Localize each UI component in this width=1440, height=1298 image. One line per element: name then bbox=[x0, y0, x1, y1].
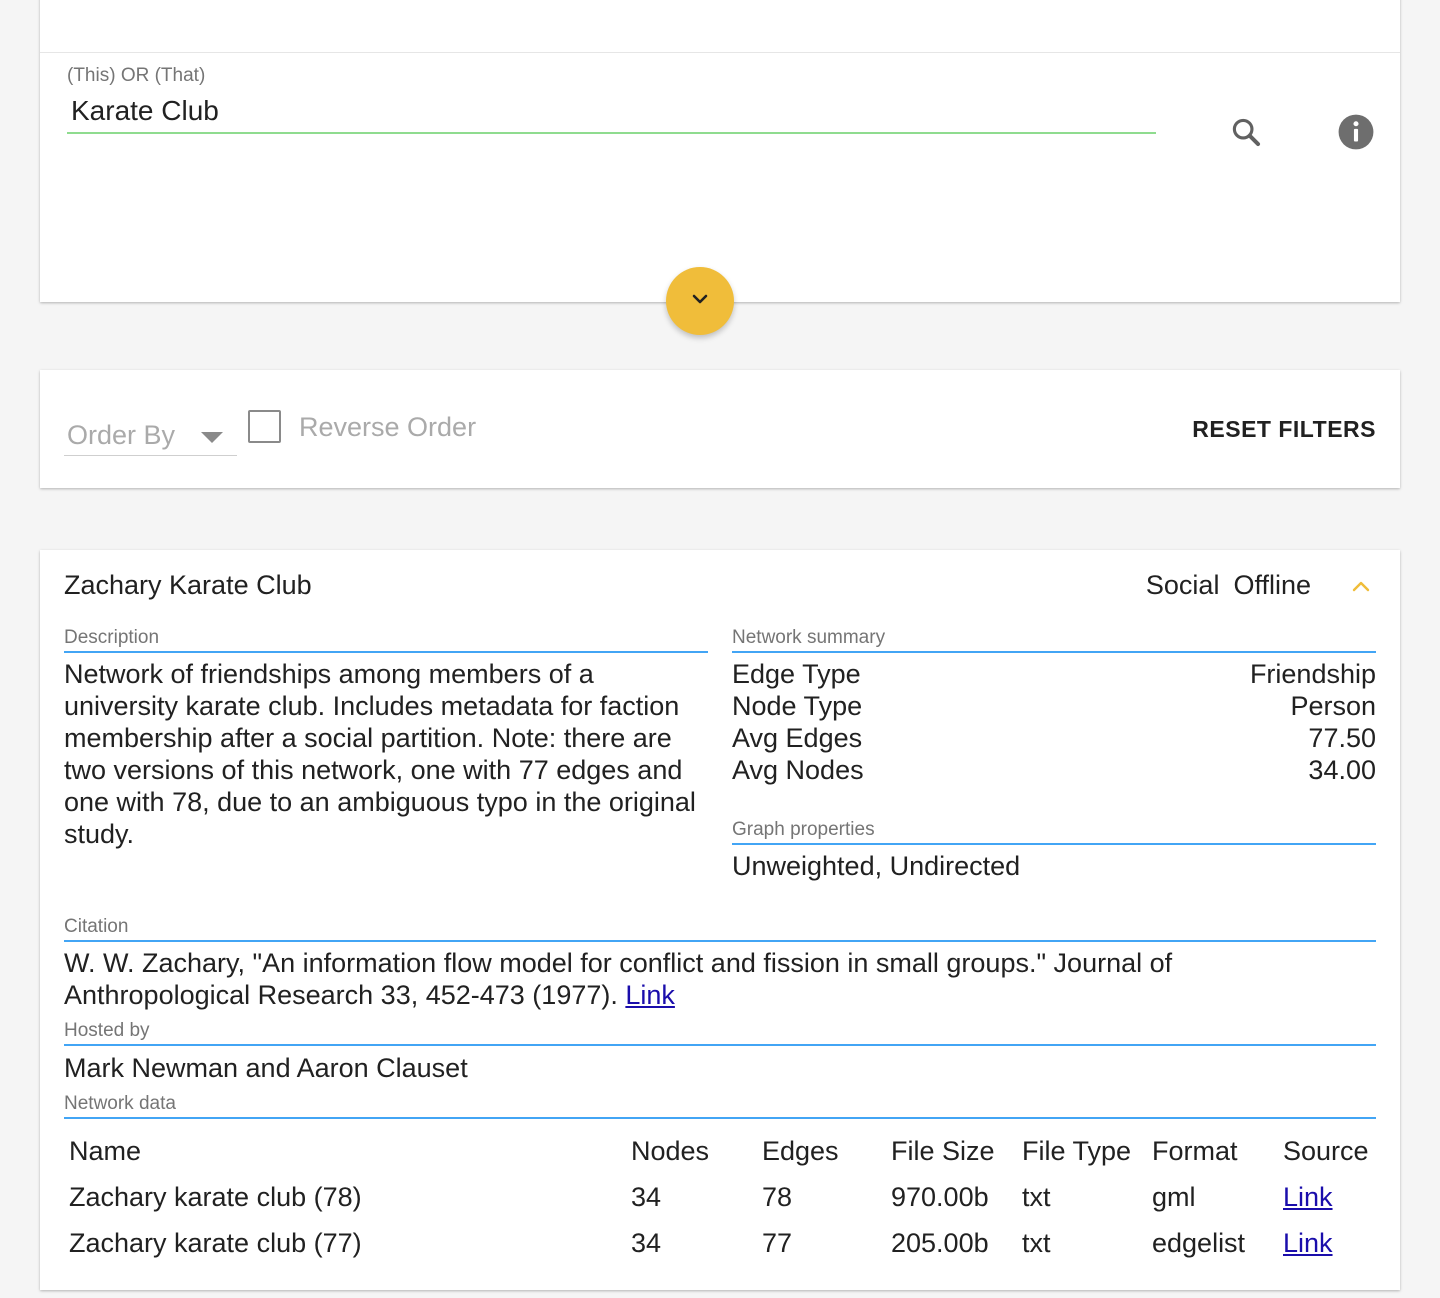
tag-social: Social bbox=[1145, 570, 1220, 600]
summary-key: Avg Edges bbox=[732, 723, 863, 753]
reverse-order-checkbox[interactable] bbox=[248, 410, 281, 443]
column-header-edges: Edges bbox=[762, 1136, 839, 1166]
order-by-placeholder: Order By bbox=[67, 420, 176, 450]
collapse-button[interactable] bbox=[1346, 574, 1376, 604]
cell-nodes: 34 bbox=[631, 1182, 662, 1212]
cell-edges: 77 bbox=[762, 1228, 793, 1258]
reverse-order-label[interactable]: Reverse Order bbox=[299, 412, 476, 443]
column-header-file-type: File Type bbox=[1022, 1136, 1132, 1166]
tag-offline: Offline bbox=[1233, 570, 1311, 600]
network-summary-label: Network summary bbox=[732, 627, 1376, 653]
citation-link[interactable]: Link bbox=[625, 980, 675, 1010]
divider bbox=[40, 52, 1400, 53]
column-header-source: Source bbox=[1283, 1136, 1369, 1166]
summary-row-avg-edges: Avg Edges 77.50 bbox=[732, 722, 1376, 754]
summary-row-node-type: Node Type Person bbox=[732, 690, 1376, 722]
summary-value: Friendship bbox=[1249, 659, 1376, 689]
info-icon bbox=[1337, 113, 1375, 156]
order-by-select[interactable]: Order By bbox=[64, 414, 237, 456]
cell-name: Zachary karate club (78) bbox=[69, 1182, 362, 1212]
search-icon bbox=[1229, 115, 1263, 154]
search-field-label: (This) OR (That) bbox=[67, 65, 206, 86]
cell-format: gml bbox=[1152, 1182, 1196, 1212]
summary-row-avg-nodes: Avg Nodes 34.00 bbox=[732, 754, 1376, 786]
citation-label-text: Citation bbox=[64, 916, 129, 937]
citation-body: W. W. Zachary, "An information flow mode… bbox=[64, 948, 1173, 1010]
cell-file-type: txt bbox=[1022, 1182, 1051, 1212]
network-summary: Edge Type Friendship Node Type Person Av… bbox=[732, 658, 1376, 786]
dropdown-arrow-icon bbox=[201, 432, 223, 443]
summary-value: 77.50 bbox=[1308, 723, 1376, 753]
expand-search-button[interactable] bbox=[666, 267, 734, 335]
summary-row-edge-type: Edge Type Friendship bbox=[732, 658, 1376, 690]
cell-file-type: txt bbox=[1022, 1228, 1051, 1258]
description-label: Description bbox=[64, 627, 708, 653]
network-title: Zachary Karate Club bbox=[64, 570, 312, 600]
citation-text: W. W. Zachary, "An information flow mode… bbox=[64, 947, 1264, 1011]
cell-name: Zachary karate club (77) bbox=[69, 1228, 362, 1258]
citation-label: Citation bbox=[64, 916, 1376, 942]
chevron-down-icon bbox=[688, 287, 712, 316]
summary-value: Person bbox=[1290, 691, 1376, 721]
filter-card: Order By Reverse Order RESET FILTERS bbox=[40, 370, 1400, 488]
cell-format: edgelist bbox=[1152, 1228, 1246, 1258]
hosted-by-label: Hosted by bbox=[64, 1020, 1376, 1046]
table-row: Zachary karate club (78) 34 78 970.00b t… bbox=[64, 1176, 1376, 1222]
column-header-file-size: File Size bbox=[891, 1136, 995, 1166]
hosted-by-label-text: Hosted by bbox=[64, 1020, 150, 1041]
column-header-name: Name bbox=[69, 1136, 142, 1166]
search-card: (This) OR (That) bbox=[40, 0, 1400, 302]
table-header-row: Name Nodes Edges File Size File Type For… bbox=[64, 1130, 1376, 1176]
description-label-text: Description bbox=[64, 627, 160, 648]
graph-properties-label-text: Graph properties bbox=[732, 819, 875, 840]
graph-properties-label: Graph properties bbox=[732, 819, 1376, 845]
network-data-label: Network data bbox=[64, 1093, 1376, 1119]
source-link[interactable]: Link bbox=[1283, 1176, 1333, 1218]
result-card: Zachary Karate Club Social Offline Descr… bbox=[40, 550, 1400, 1290]
summary-key: Avg Nodes bbox=[732, 755, 864, 785]
summary-key: Edge Type bbox=[732, 659, 861, 689]
table-row: Zachary karate club (77) 34 77 205.00b t… bbox=[64, 1222, 1376, 1268]
network-data-table: Name Nodes Edges File Size File Type For… bbox=[64, 1130, 1376, 1268]
search-button[interactable] bbox=[1224, 112, 1268, 156]
reset-filters-button[interactable]: RESET FILTERS bbox=[1192, 416, 1376, 443]
source-link[interactable]: Link bbox=[1283, 1222, 1333, 1264]
network-summary-label-text: Network summary bbox=[732, 627, 886, 648]
hosted-by-text: Mark Newman and Aaron Clauset bbox=[64, 1053, 468, 1083]
description-text: Network of friendships among members of … bbox=[64, 659, 696, 849]
cell-nodes: 34 bbox=[631, 1228, 662, 1258]
column-header-format: Format bbox=[1152, 1136, 1238, 1166]
summary-value: 34.00 bbox=[1308, 755, 1376, 785]
chevron-up-icon bbox=[1349, 575, 1373, 604]
cell-file-size: 970.00b bbox=[891, 1182, 989, 1212]
graph-properties-text: Unweighted, Undirected bbox=[732, 851, 1021, 881]
cell-file-size: 205.00b bbox=[891, 1228, 989, 1258]
column-header-nodes: Nodes bbox=[631, 1136, 710, 1166]
network-data-label-text: Network data bbox=[64, 1093, 176, 1114]
cell-edges: 78 bbox=[762, 1182, 793, 1212]
network-tags: Social Offline bbox=[1146, 570, 1311, 601]
summary-key: Node Type bbox=[732, 691, 863, 721]
search-input[interactable] bbox=[67, 90, 1156, 134]
info-button[interactable] bbox=[1334, 112, 1378, 156]
